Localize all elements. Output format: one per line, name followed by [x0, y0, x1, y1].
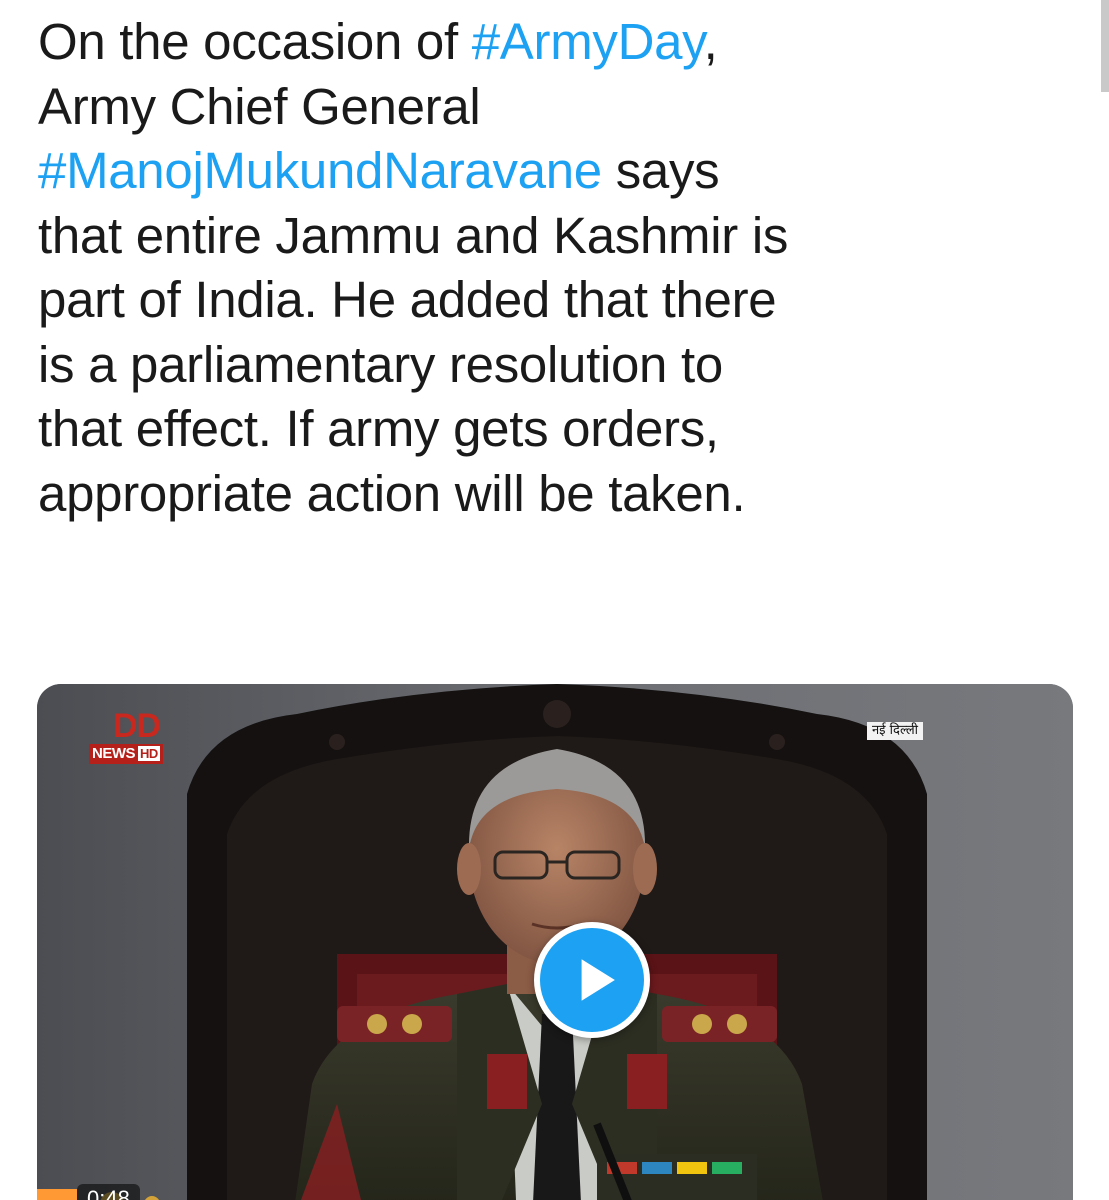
channel-logo-news: NEWS HD — [89, 744, 163, 764]
video-player[interactable]: DD NEWS HD नई दिल्ली 0:48 — [37, 684, 1073, 1200]
scrollbar[interactable] — [1101, 0, 1109, 92]
channel-hd-badge: HD — [138, 746, 160, 761]
hashtag-link-armyday[interactable]: #ArmyDay — [472, 13, 704, 70]
channel-logo: DD NEWS HD — [89, 708, 209, 768]
tweet-text-segment: On the occasion of — [38, 13, 472, 70]
play-icon — [581, 959, 615, 1001]
play-button[interactable] — [534, 922, 650, 1038]
video-duration: 0:48 — [77, 1184, 140, 1200]
channel-news-text: NEWS — [92, 745, 136, 762]
tweet-detail-view: On the occasion of #ArmyDay, Army Chief … — [0, 0, 1109, 1200]
hashtag-link-naravane[interactable]: #ManojMukundNaravane — [38, 142, 602, 199]
tweet-text: On the occasion of #ArmyDay, Army Chief … — [38, 10, 1078, 526]
location-tag: नई दिल्ली — [866, 722, 923, 740]
channel-logo-dd: DD — [113, 707, 161, 745]
